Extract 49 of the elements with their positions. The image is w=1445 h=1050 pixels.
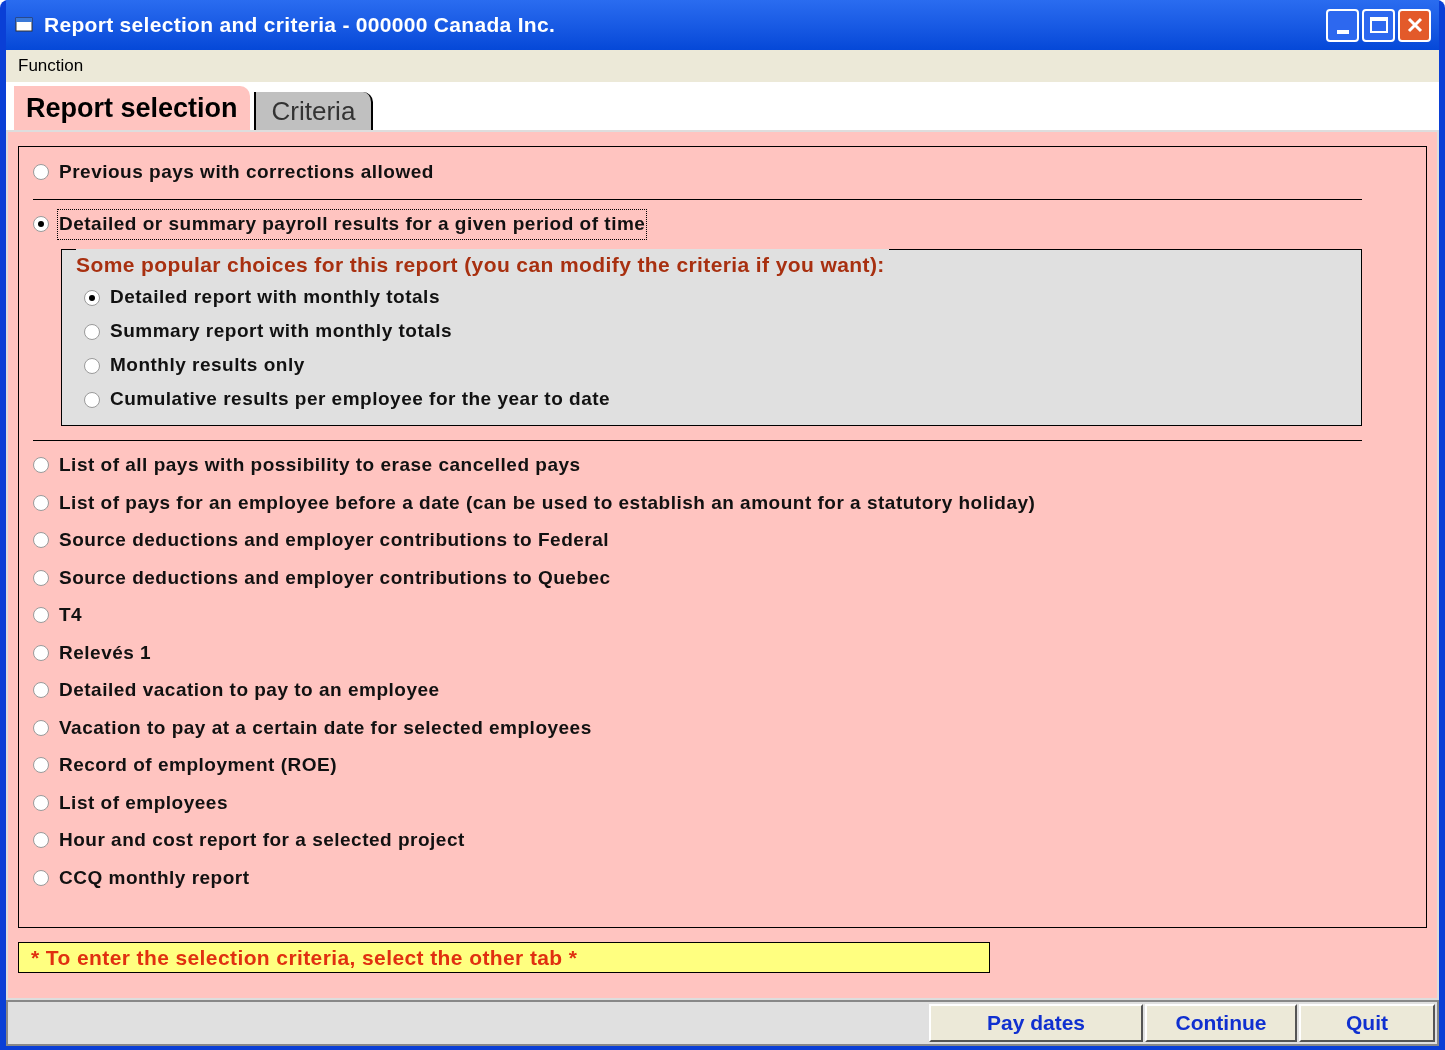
maximize-button[interactable] [1362,8,1395,42]
radio-button[interactable] [33,457,49,474]
radio-button[interactable] [33,869,49,886]
menu-item[interactable]: Function [18,53,84,79]
option-label[interactable]: Vacation to pay at a certain date for selected employees [57,712,594,743]
option-label[interactable]: Detailed vacation to pay to an employee [57,675,442,706]
radio-button[interactable] [33,163,49,180]
radio-button[interactable] [33,682,49,699]
option-label[interactable]: CCQ monthly report [57,862,252,893]
footer-button[interactable]: Pay dates [929,1004,1143,1042]
radio-button[interactable] [33,532,49,549]
radio-button[interactable] [33,832,49,849]
window-icon [14,16,36,34]
radio-button[interactable] [84,289,100,306]
radio-button[interactable] [33,569,49,586]
option-label[interactable]: Cumulative results per employee for the year to date [108,384,613,415]
option-label[interactable]: Record of employment (ROE) [57,750,339,781]
radio-button[interactable] [33,719,49,736]
radio-button[interactable] [84,357,100,374]
option-label[interactable]: Relevés 1 [57,637,154,668]
option-label[interactable]: List of pays for an employee before a date (can be used to establish an amount for a statutory holiday) [57,487,1038,518]
window-title: Report selection and criteria - 000000 Canada Inc. [44,12,556,39]
minimize-button[interactable] [1326,8,1359,42]
radio-button[interactable] [33,644,49,661]
radio-button[interactable] [33,216,49,233]
radio-button[interactable] [33,794,49,811]
option-label[interactable]: List of all pays with possibility to erase cancelled pays [57,450,583,481]
tab[interactable]: Criteria [253,92,374,130]
close-icon [1405,16,1424,34]
tab[interactable]: Report selection [14,86,250,130]
notice-text: * To enter the selection criteria, select the other tab * [31,944,578,971]
radio-button[interactable] [84,391,100,408]
option-label[interactable]: Hour and cost report for a selected project [57,825,467,856]
close-button[interactable] [1398,8,1431,42]
option-label[interactable]: Monthly results only [108,350,307,381]
option-label[interactable]: Summary report with monthly totals [108,316,455,347]
option-label[interactable]: List of employees [57,787,230,818]
option-label[interactable]: Source deductions and employer contributions to Quebec [57,562,613,593]
footer-button[interactable]: Quit [1299,1004,1435,1042]
radio-button[interactable] [33,607,49,624]
radio-button[interactable] [33,757,49,774]
radio-button[interactable] [33,494,49,511]
option-label[interactable]: Detailed or summary payroll results for a given period of time [57,209,648,240]
option-label[interactable]: Previous pays with corrections allowed [57,156,436,187]
footer-button[interactable]: Continue [1145,1004,1297,1042]
option-label[interactable]: T4 [57,600,85,631]
radio-button[interactable] [84,323,100,340]
option-label[interactable]: Source deductions and employer contributions to Federal [57,525,612,556]
option-label[interactable]: Detailed report with monthly totals [108,282,442,313]
